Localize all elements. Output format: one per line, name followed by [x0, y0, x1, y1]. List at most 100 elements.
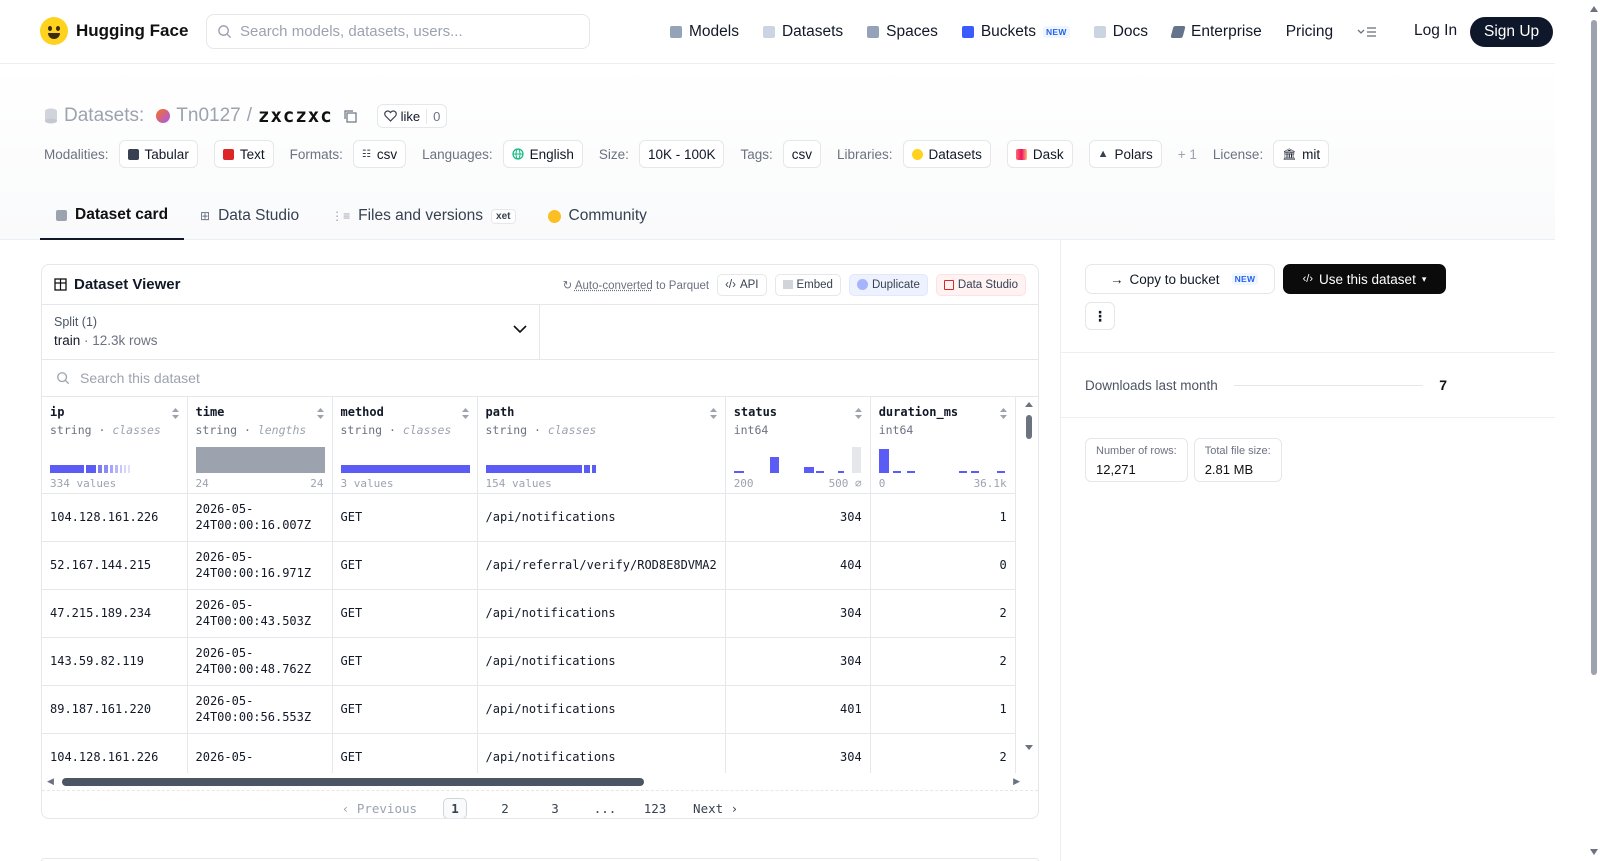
- table-cell: 2: [870, 589, 1016, 638]
- downloads-value: 7: [1439, 377, 1447, 393]
- nav-datasets[interactable]: Datasets: [762, 23, 843, 41]
- page-2-button[interactable]: 2: [493, 801, 517, 816]
- tag-lib-dask[interactable]: Dask: [1006, 140, 1073, 168]
- table-cell: /api/referral/verify/ROD8E8DVMA2: [477, 541, 726, 590]
- vertical-scrollbar[interactable]: [1024, 397, 1034, 773]
- table-row[interactable]: 104.128.161.226 2026-05- GET/api/notificat…: [42, 733, 1016, 773]
- data-studio-button[interactable]: Data Studio: [935, 273, 1026, 296]
- sort-icon[interactable]: [316, 407, 325, 420]
- pagination: ‹ Previous 1 2 3 ... 123 Next ›: [42, 791, 1038, 818]
- column-header-time[interactable]: time string · lengths 24 24: [187, 397, 333, 494]
- scroll-thumb[interactable]: [62, 778, 644, 786]
- page-123-button[interactable]: 123: [643, 801, 667, 816]
- breadcrumb-prefix[interactable]: Datasets:: [64, 105, 144, 127]
- api-button[interactable]: ‹/› API: [717, 273, 767, 296]
- nav-enterprise[interactable]: Enterprise: [1170, 23, 1262, 41]
- rows-stat: Number of rows: 12,271: [1085, 438, 1188, 482]
- logo-text: Hugging Face: [76, 21, 189, 40]
- split-selector: Split (1) train · 12.3k rows: [42, 305, 1038, 360]
- tab-data-studio[interactable]: ⊞ Data Studio: [184, 192, 315, 240]
- nav-pricing[interactable]: Pricing: [1286, 23, 1333, 41]
- more-options-button[interactable]: ⋮: [1085, 302, 1115, 330]
- tag-english[interactable]: English: [502, 140, 583, 168]
- split-dropdown[interactable]: Split (1) train · 12.3k rows: [42, 305, 540, 359]
- tag-size[interactable]: 10K - 100K: [638, 140, 725, 168]
- tab-files-and-versions[interactable]: ⋮≡ Files and versions xet: [315, 192, 531, 240]
- table-row[interactable]: 104.128.161.226 2026-05- 24T00:00:16.007Z…: [42, 493, 1016, 542]
- duplicate-button[interactable]: Duplicate: [848, 273, 928, 296]
- previous-page-button[interactable]: ‹ Previous: [342, 801, 417, 816]
- sort-icon[interactable]: [461, 407, 470, 420]
- cube-icon: [670, 26, 682, 38]
- tab-community[interactable]: Community: [532, 192, 663, 240]
- sort-icon[interactable]: [709, 407, 718, 420]
- libraries-more[interactable]: + 1: [1178, 147, 1197, 162]
- signup-button[interactable]: Sign Up: [1470, 17, 1554, 47]
- like-button[interactable]: like 0: [376, 104, 448, 128]
- dataset-search-input[interactable]: Search this dataset: [42, 360, 1038, 397]
- table-cell: 47.215.189.234: [42, 589, 188, 638]
- nav-more-menu[interactable]: [1357, 26, 1377, 38]
- nav-docs[interactable]: Docs: [1093, 23, 1148, 41]
- page-scrollbar[interactable]: [1588, 0, 1600, 861]
- nav-buckets[interactable]: Buckets NEW: [961, 23, 1070, 41]
- polars-icon: ▲: [1097, 148, 1109, 160]
- tabular-icon: [127, 148, 139, 160]
- column-header-path[interactable]: path string · classes 154 values: [477, 397, 726, 494]
- table-cell: 89.187.161.220: [42, 685, 188, 734]
- table-row[interactable]: 143.59.82.119 2026-05- 24T00:00:48.762Z GE…: [42, 637, 1016, 686]
- top-navbar: Hugging Face Search models, datasets, us…: [0, 0, 1555, 64]
- tag-license[interactable]: 🏛 mit: [1273, 140, 1330, 168]
- column-header-duration-ms[interactable]: duration_ms int64 0 36.1k: [870, 397, 1016, 494]
- table-cell: 104.128.161.226: [42, 733, 188, 773]
- horizontal-scrollbar[interactable]: ◀ ▶: [42, 773, 1038, 791]
- login-link[interactable]: Log In: [1414, 22, 1457, 40]
- nav-spaces[interactable]: Spaces: [867, 23, 938, 41]
- hf-emoji-icon: [911, 148, 923, 160]
- copy-to-bucket-button[interactable]: → Copy to bucket NEW: [1085, 264, 1275, 294]
- tag-text[interactable]: Text: [213, 140, 274, 168]
- tag-lib-datasets[interactable]: Datasets: [902, 140, 991, 168]
- sort-icon[interactable]: [854, 407, 863, 420]
- tag-csv[interactable]: csv: [782, 140, 822, 168]
- cube-icon: [56, 209, 67, 221]
- scroll-left-icon[interactable]: ◀: [47, 776, 54, 787]
- owner-link[interactable]: Tn0127: [176, 105, 240, 127]
- nav-models[interactable]: Models: [670, 23, 739, 41]
- embed-button[interactable]: Embed: [774, 273, 841, 296]
- arrow-right-icon: →: [1110, 271, 1124, 287]
- table-row[interactable]: 89.187.161.220 2026-05- 24T00:00:56.553Z G…: [42, 685, 1016, 734]
- use-this-dataset-button[interactable]: ‹/› Use this dataset ▾: [1283, 264, 1446, 294]
- page-3-button[interactable]: 3: [543, 801, 567, 816]
- table-cell: 2026-05- 24T00:00:43.503Z: [187, 589, 333, 638]
- next-page-button[interactable]: Next ›: [693, 801, 738, 816]
- tag-csv-format[interactable]: ☷ csv: [352, 140, 407, 168]
- copy-icon[interactable]: [343, 109, 357, 123]
- sidebar-divider: [1061, 352, 1555, 353]
- search-icon: [57, 372, 70, 385]
- table-body: 104.128.161.226 2026-05- 24T00:00:16.007Z…: [42, 493, 1016, 773]
- column-header-method[interactable]: method string · classes 3 values: [332, 397, 478, 494]
- tag-lib-polars[interactable]: ▲ Polars: [1088, 140, 1162, 168]
- page-ellipsis: ...: [593, 800, 617, 816]
- dask-icon: [1015, 148, 1027, 160]
- sort-icon[interactable]: [999, 407, 1008, 420]
- text-icon: [222, 148, 234, 160]
- table-row[interactable]: 52.167.144.215 2026-05- 24T00:00:16.971Z G…: [42, 541, 1016, 590]
- dataset-name[interactable]: zxczxc: [258, 105, 333, 127]
- column-header-ip[interactable]: ip string · classes 334 values: [42, 397, 188, 494]
- sort-icon[interactable]: [171, 407, 180, 420]
- global-search-input[interactable]: Search models, datasets, users...: [206, 14, 590, 49]
- logo[interactable]: Hugging Face: [40, 17, 188, 45]
- refresh-icon: ↻: [562, 279, 575, 292]
- auto-converted-link[interactable]: Auto-converted: [575, 280, 653, 292]
- page-1-button[interactable]: 1: [443, 797, 468, 818]
- tab-dataset-card[interactable]: Dataset card: [40, 192, 185, 240]
- table-row[interactable]: 47.215.189.234 2026-05- 24T00:00:43.503Z G…: [42, 589, 1016, 638]
- scroll-right-icon[interactable]: ▶: [1013, 776, 1020, 787]
- table-cell: 2026-05- 24T00:00:16.971Z: [187, 541, 333, 590]
- table-cell: 304: [725, 589, 871, 638]
- heart-icon: [383, 110, 397, 122]
- tag-tabular[interactable]: Tabular: [118, 140, 198, 168]
- column-header-status[interactable]: status int64 200 500 ⌀: [725, 397, 871, 494]
